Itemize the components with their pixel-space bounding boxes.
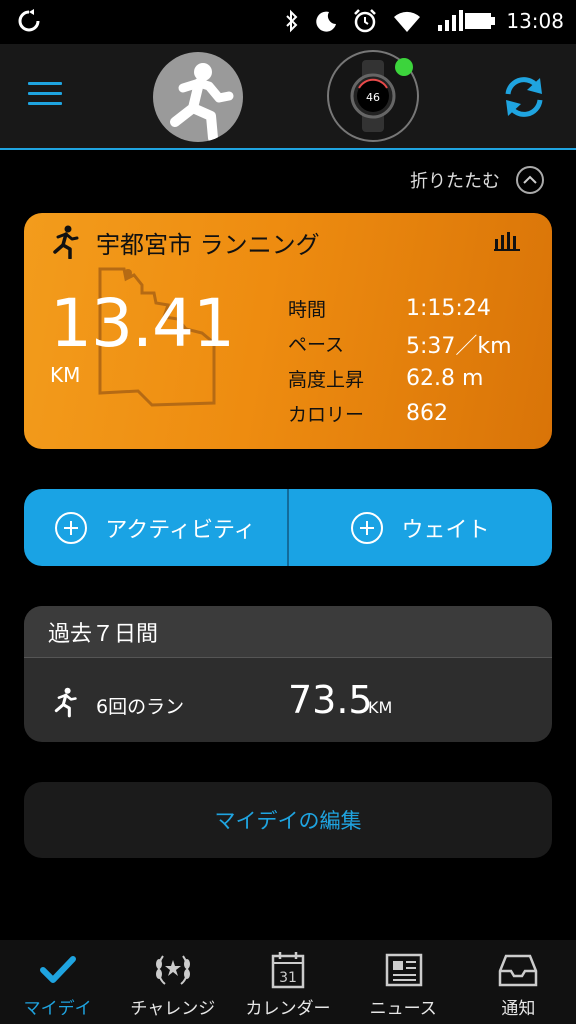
nav-item-challenge[interactable]: チャレンジ: [115, 940, 230, 1024]
running-icon: [54, 687, 77, 718]
add-activity-label: アクティビティ: [105, 517, 256, 543]
check-icon: [36, 950, 80, 990]
nav-item-my-day[interactable]: マイデイ: [0, 940, 115, 1024]
inbox-icon: [496, 950, 540, 990]
newspaper-icon: [381, 950, 425, 990]
metric-label: カロリー: [288, 404, 365, 426]
nav-label: チャレンジ: [130, 999, 216, 1019]
sync-icon[interactable]: [500, 74, 548, 120]
metric-row-calories: カロリー 862: [288, 396, 512, 431]
status-time: 13:08: [506, 9, 564, 33]
metric-value: 1:15:24: [406, 296, 491, 321]
activity-metrics: 時間 1:15:24 ペース 5:37／km 高度上昇 62.8 m カロリー …: [288, 291, 512, 431]
weekly-run-count: 6回のラン: [96, 696, 185, 718]
add-weight-label: ウェイト: [401, 517, 490, 543]
add-activity-button[interactable]: アクティビティ: [24, 489, 287, 566]
weekly-distance-unit: KM: [368, 698, 393, 717]
battery-icon: [465, 13, 495, 29]
activity-title: 宇都宮市 ランニング: [96, 231, 320, 259]
plus-circle-icon: [351, 511, 384, 544]
collapse-label: 折りたたむ: [410, 171, 500, 192]
bottom-nav: マイデイ チャレンジ 31 カレンダー ニュース 通知: [0, 940, 576, 1024]
nav-label: カレンダー: [245, 999, 331, 1019]
edit-my-day-button[interactable]: マイデイの編集: [24, 782, 552, 858]
chevron-up-icon: [516, 166, 544, 194]
bluetooth-icon: [284, 9, 300, 33]
nav-label: 通知: [501, 999, 536, 1019]
metric-label: 時間: [288, 299, 327, 321]
collapse-button[interactable]: 折りたたむ: [410, 166, 544, 194]
nav-label: ニュース: [369, 999, 437, 1019]
add-button-group: アクティビティ ウェイト: [24, 489, 552, 566]
weekly-distance: 73.5: [288, 678, 373, 722]
svg-text:?: ?: [414, 24, 418, 33]
plus-circle-icon: [55, 511, 88, 544]
running-icon: [53, 225, 79, 259]
metric-value: 862: [406, 401, 448, 426]
calendar-icon: 31: [266, 950, 310, 990]
watch-device[interactable]: 46: [327, 50, 419, 142]
nav-label: マイデイ: [23, 999, 92, 1019]
metric-value: 62.8 m: [406, 366, 484, 391]
nav-item-news[interactable]: ニュース: [346, 940, 461, 1024]
avatar[interactable]: [153, 52, 243, 142]
runner-avatar-icon: [170, 63, 234, 142]
metric-label: ペース: [288, 334, 345, 356]
status-bar: ? 13:08: [0, 0, 576, 44]
activity-distance-unit: KM: [50, 363, 81, 387]
metric-value: 5:37／km: [406, 333, 512, 359]
activity-card[interactable]: 宇都宮市 ランニング 13.41 KM 時間 1:15:24 ペース 5:37／…: [24, 213, 552, 449]
add-weight-button[interactable]: ウェイト: [287, 489, 552, 566]
metric-label: 高度上昇: [288, 369, 365, 391]
nav-item-notifications[interactable]: 通知: [461, 940, 576, 1024]
calendar-day: 31: [279, 970, 297, 986]
watch-face-value: 46: [366, 91, 380, 104]
moon-icon: [314, 9, 338, 33]
wifi-icon: ?: [392, 9, 422, 33]
app-header: 46: [0, 44, 576, 150]
metric-row-pace: ペース 5:37／km: [288, 326, 512, 361]
nav-item-calendar[interactable]: 31 カレンダー: [230, 940, 345, 1024]
metric-row-time: 時間 1:15:24: [288, 291, 512, 326]
weekly-run-row: 6回のラン 73.5 KM: [24, 658, 552, 742]
alarm-icon: [352, 8, 378, 34]
sync-icon: [18, 9, 40, 32]
laurel-icon: [151, 950, 195, 990]
metric-row-elevation: 高度上昇 62.8 m: [288, 361, 512, 396]
weekly-summary-card[interactable]: 過去７日間 6回のラン 73.5 KM: [24, 606, 552, 742]
signal-icon: [436, 9, 464, 33]
weekly-summary-header: 過去７日間: [24, 606, 552, 658]
status-icons: ?: [284, 7, 464, 35]
bar-chart-icon[interactable]: [494, 229, 520, 251]
activity-distance: 13.41: [50, 285, 235, 362]
hamburger-icon[interactable]: [28, 82, 62, 108]
watch-connected-indicator: [395, 58, 413, 76]
